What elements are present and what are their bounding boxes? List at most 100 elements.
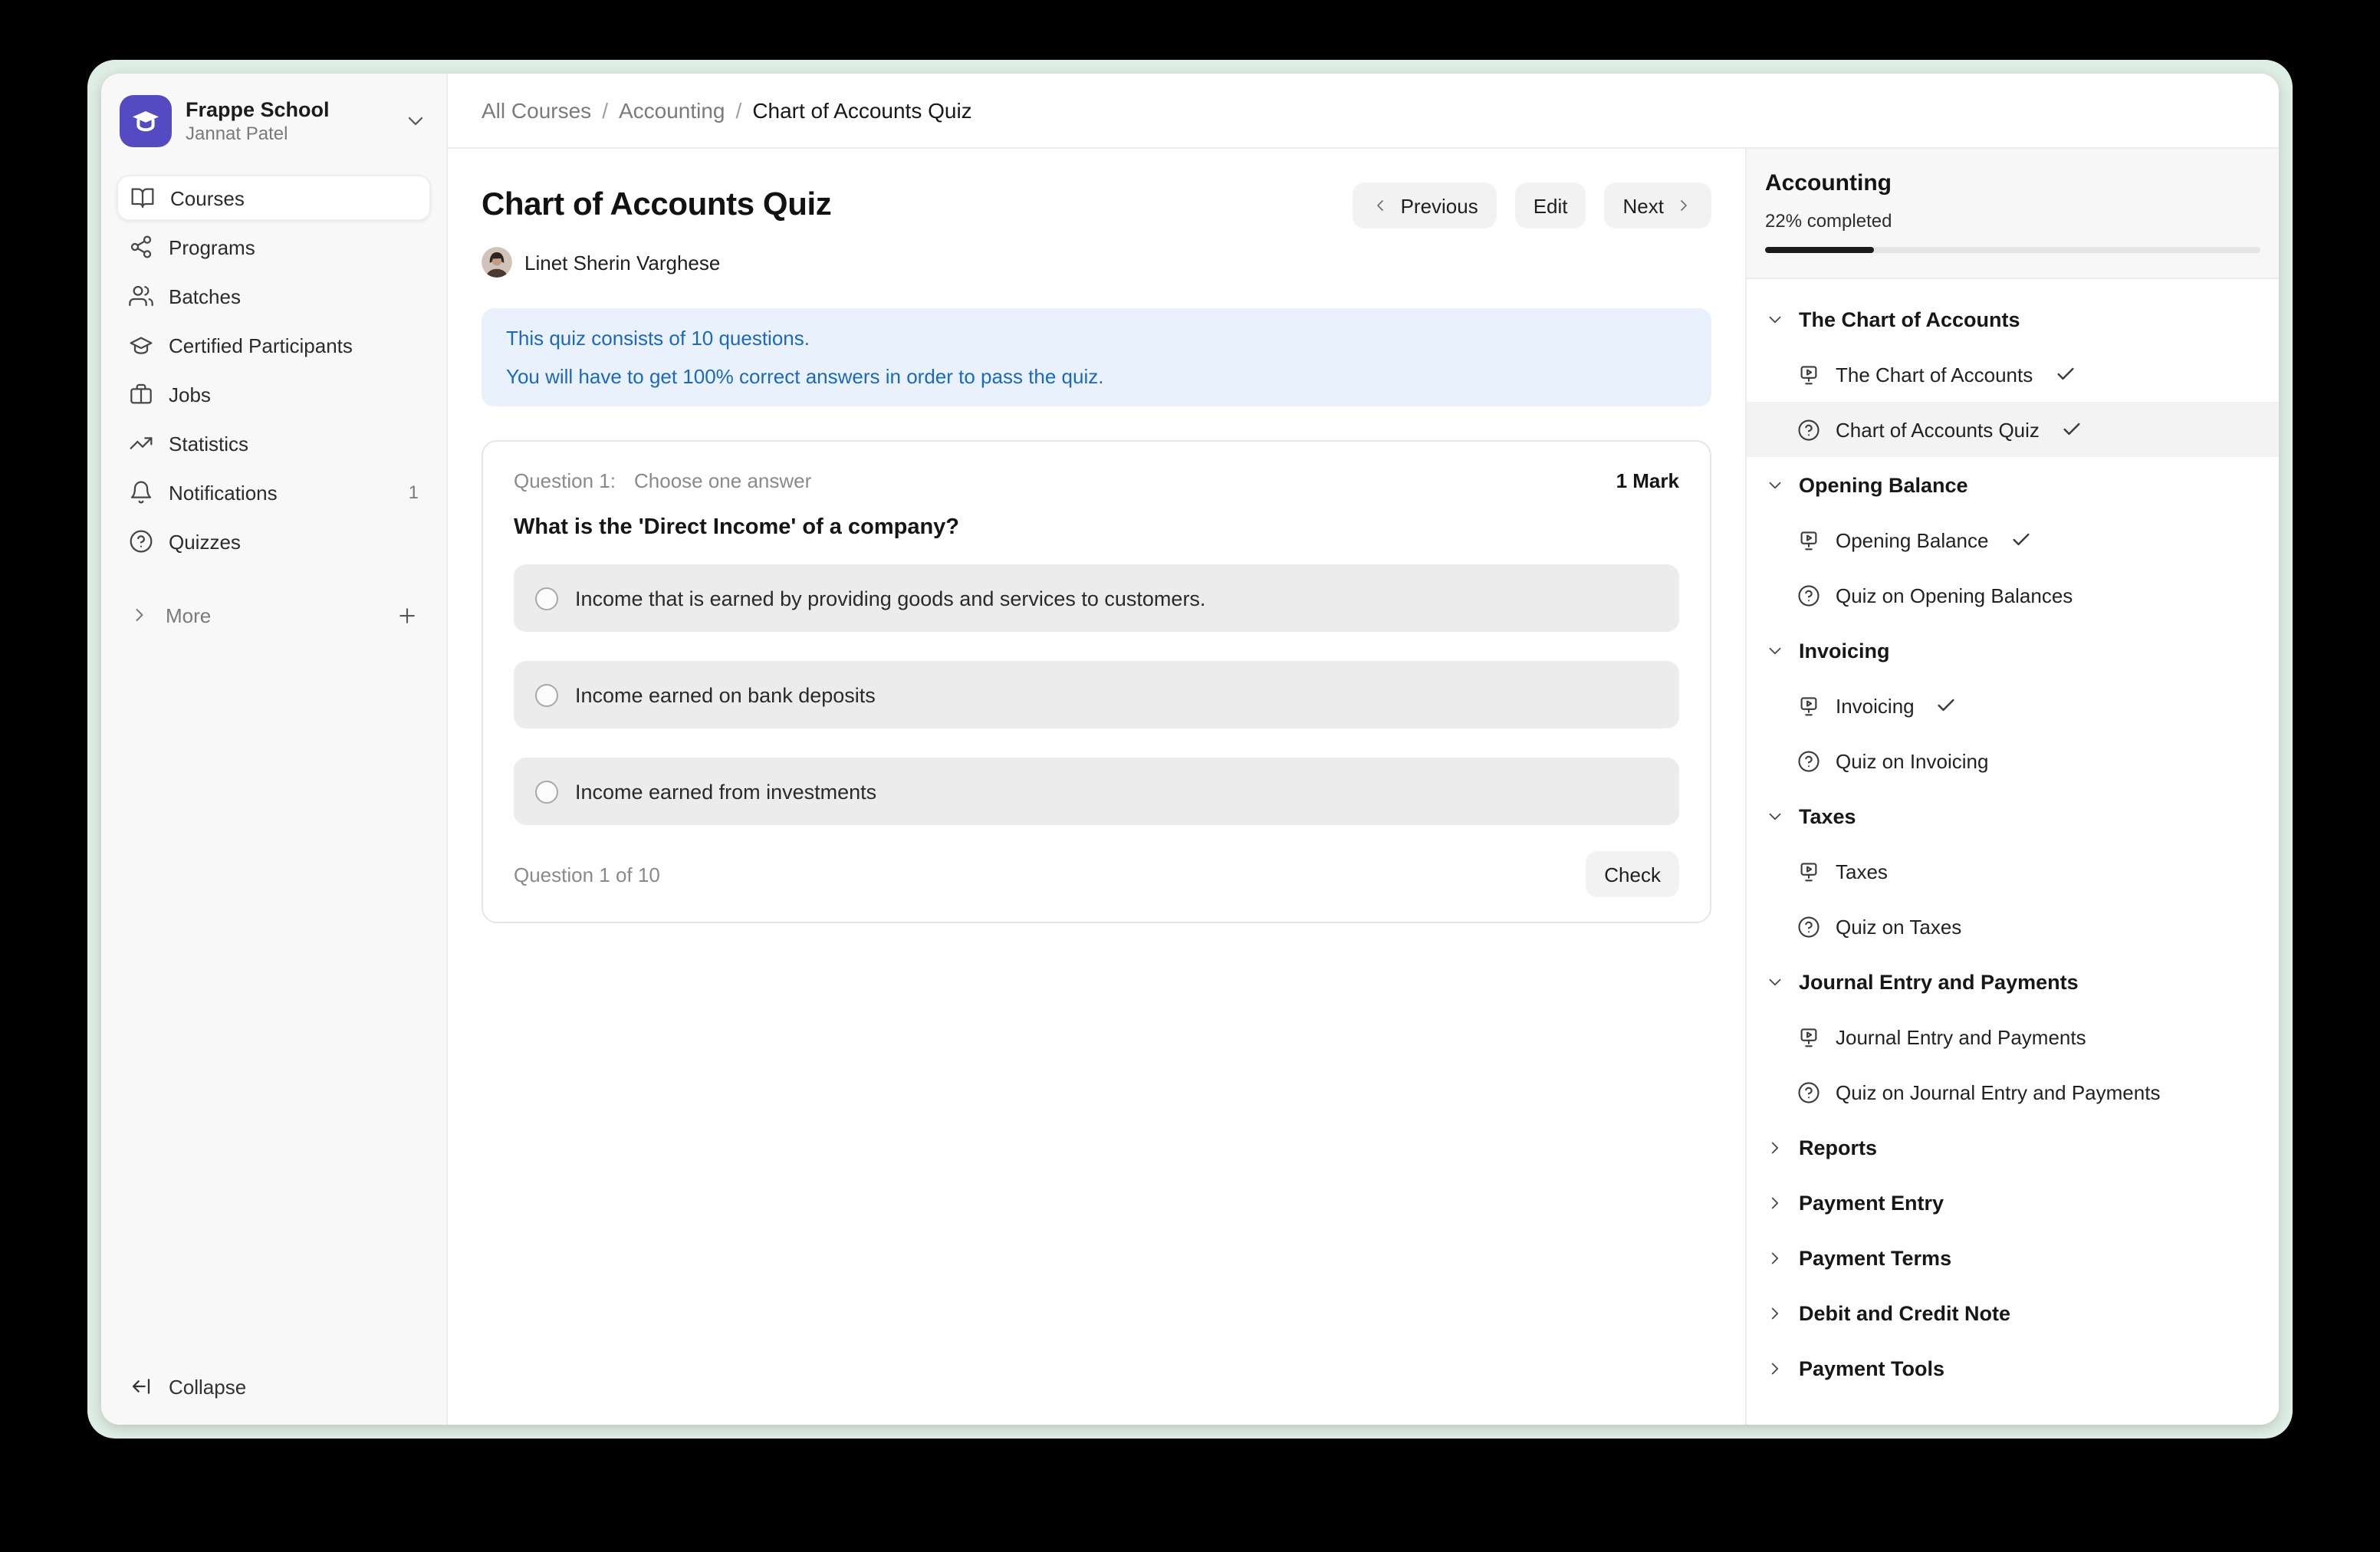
notice-line: You will have to get 100% correct answer… — [506, 357, 1687, 396]
outline-item-quiz-on-taxes[interactable]: Quiz on Taxes — [1747, 899, 2279, 954]
screen: Frappe School Jannat Patel Courses Progr… — [0, 0, 2380, 1552]
course-outline: Accounting 22% completed The Chart of Ac… — [1745, 149, 2279, 1425]
answer-option-2[interactable]: Income earned on bank deposits — [514, 661, 1679, 728]
video-lesson-icon — [1797, 363, 1820, 386]
quiz-icon — [1797, 749, 1820, 772]
brand-name: Frappe School — [186, 97, 330, 123]
programs-icon — [129, 235, 153, 259]
author-name: Linet Sherin Varghese — [524, 251, 720, 274]
outline-section-debit-and-credit-note[interactable]: Debit and Credit Note — [1747, 1285, 2279, 1340]
outline-item-the-chart-of-accounts[interactable]: The Chart of Accounts — [1747, 347, 2279, 402]
author: Linet Sherin Varghese — [482, 247, 1711, 278]
quiz-icon — [1797, 418, 1820, 441]
sidebar-item-certified-participants[interactable]: Certified Participants — [117, 322, 431, 368]
sidebar-item-batches[interactable]: Batches — [117, 273, 431, 319]
collapse-label: Collapse — [169, 1375, 246, 1398]
breadcrumb-all-courses[interactable]: All Courses — [482, 98, 591, 123]
collapse-icon — [129, 1374, 153, 1399]
next-button[interactable]: Next — [1605, 182, 1711, 229]
radio-icon[interactable] — [535, 780, 558, 803]
brand-user: Jannat Patel — [186, 123, 330, 146]
outline-section-the-chart-of-accounts[interactable]: The Chart of Accounts — [1747, 291, 2279, 347]
outline-section-reports[interactable]: Reports — [1747, 1120, 2279, 1175]
chevron-down-icon — [1765, 972, 1785, 991]
answer-option-1[interactable]: Income that is earned by providing goods… — [514, 564, 1679, 632]
outline-item-quiz-on-journal-entry-and-payments[interactable]: Quiz on Journal Entry and Payments — [1747, 1064, 2279, 1120]
outline-section-payment-entry[interactable]: Payment Entry — [1747, 1175, 2279, 1230]
check-icon — [1936, 695, 1958, 716]
sidebar-item-programs[interactable]: Programs — [117, 224, 431, 270]
notice-line: This quiz consists of 10 questions. — [506, 319, 1687, 357]
workspace-switcher[interactable]: Frappe School Jannat Patel — [120, 95, 428, 147]
question-instruction: Choose one answer — [634, 469, 811, 492]
page-title: Chart of Accounts Quiz — [482, 187, 831, 224]
check-icon — [2010, 529, 2032, 551]
chevron-down-icon — [403, 109, 428, 133]
chevron-left-icon — [1372, 196, 1390, 215]
more-label: More — [166, 603, 211, 626]
breadcrumb-separator: / — [736, 98, 742, 123]
sidebar-item-notifications[interactable]: Notifications 1 — [117, 469, 431, 515]
quiz-icon — [1797, 584, 1820, 607]
outline-item-taxes[interactable]: Taxes — [1747, 843, 2279, 899]
course-outline-header: Accounting 22% completed — [1747, 149, 2279, 279]
quiz-content: Chart of Accounts Quiz Previous Edit — [448, 149, 1745, 1425]
video-lesson-icon — [1797, 1025, 1820, 1048]
help-circle-icon — [129, 529, 153, 554]
chevron-right-icon — [1675, 196, 1693, 215]
course-outline-list: The Chart of Accounts The Chart of Accou… — [1747, 279, 2279, 1425]
answer-option-3[interactable]: Income earned from investments — [514, 758, 1679, 825]
breadcrumb-accounting[interactable]: Accounting — [619, 98, 725, 123]
breadcrumb: All Courses / Accounting / Chart of Acco… — [448, 74, 2279, 149]
chevron-down-icon — [1765, 806, 1785, 826]
graduation-cap-icon — [129, 333, 153, 357]
outline-section-invoicing[interactable]: Invoicing — [1747, 623, 2279, 678]
edit-button[interactable]: Edit — [1515, 182, 1586, 229]
outline-item-quiz-on-opening-balances[interactable]: Quiz on Opening Balances — [1747, 567, 2279, 623]
main-area: All Courses / Accounting / Chart of Acco… — [448, 74, 2279, 1425]
question-text: What is the 'Direct Income' of a company… — [514, 515, 1679, 540]
outline-section-payment-terms[interactable]: Payment Terms — [1747, 1230, 2279, 1285]
outline-item-journal-entry-and-payments[interactable]: Journal Entry and Payments — [1747, 1009, 2279, 1064]
chevron-right-icon — [1765, 1303, 1785, 1323]
previous-button[interactable]: Previous — [1353, 182, 1497, 229]
author-avatar — [482, 247, 512, 278]
video-lesson-icon — [1797, 860, 1820, 883]
outline-item-chart-of-accounts-quiz[interactable]: Chart of Accounts Quiz — [1747, 402, 2279, 457]
question-label: Question 1: — [514, 469, 616, 492]
check-icon — [2054, 363, 2076, 385]
sidebar-item-more[interactable]: More — [117, 592, 431, 638]
outline-section-opening-balance[interactable]: Opening Balance — [1747, 457, 2279, 512]
outline-section-taxes[interactable]: Taxes — [1747, 788, 2279, 843]
bell-icon — [129, 480, 153, 505]
course-progress-fill — [1765, 247, 1874, 253]
chevron-right-icon — [129, 604, 150, 626]
frappe-school-logo — [120, 95, 172, 147]
notification-badge: 1 — [409, 482, 419, 503]
course-progress-bar — [1765, 247, 2260, 253]
check-icon — [2061, 419, 2082, 440]
collapse-sidebar-button[interactable]: Collapse — [117, 1363, 431, 1409]
breadcrumb-current: Chart of Accounts Quiz — [752, 98, 971, 123]
question-progress: Question 1 of 10 — [514, 863, 660, 886]
book-open-icon — [130, 186, 155, 210]
trending-up-icon — [129, 431, 153, 455]
chevron-down-icon — [1765, 475, 1785, 495]
sidebar-item-courses[interactable]: Courses — [117, 175, 431, 221]
outline-item-quiz-on-invoicing[interactable]: Quiz on Invoicing — [1747, 733, 2279, 788]
outline-section-journal-entry-and-payments[interactable]: Journal Entry and Payments — [1747, 954, 2279, 1009]
sidebar-item-quizzes[interactable]: Quizzes — [117, 518, 431, 564]
plus-icon[interactable] — [396, 603, 419, 626]
sidebar-item-statistics[interactable]: Statistics — [117, 420, 431, 466]
radio-icon[interactable] — [535, 683, 558, 706]
check-button[interactable]: Check — [1586, 851, 1679, 897]
outline-item-opening-balance[interactable]: Opening Balance — [1747, 512, 2279, 567]
sidebar-item-jobs[interactable]: Jobs — [117, 371, 431, 417]
users-icon — [129, 284, 153, 308]
quiz-icon — [1797, 1080, 1820, 1103]
quiz-notice: This quiz consists of 10 questions. You … — [482, 308, 1711, 406]
outline-section-payment-tools[interactable]: Payment Tools — [1747, 1340, 2279, 1396]
outline-item-invoicing[interactable]: Invoicing — [1747, 678, 2279, 733]
radio-icon[interactable] — [535, 587, 558, 610]
quiz-icon — [1797, 915, 1820, 938]
